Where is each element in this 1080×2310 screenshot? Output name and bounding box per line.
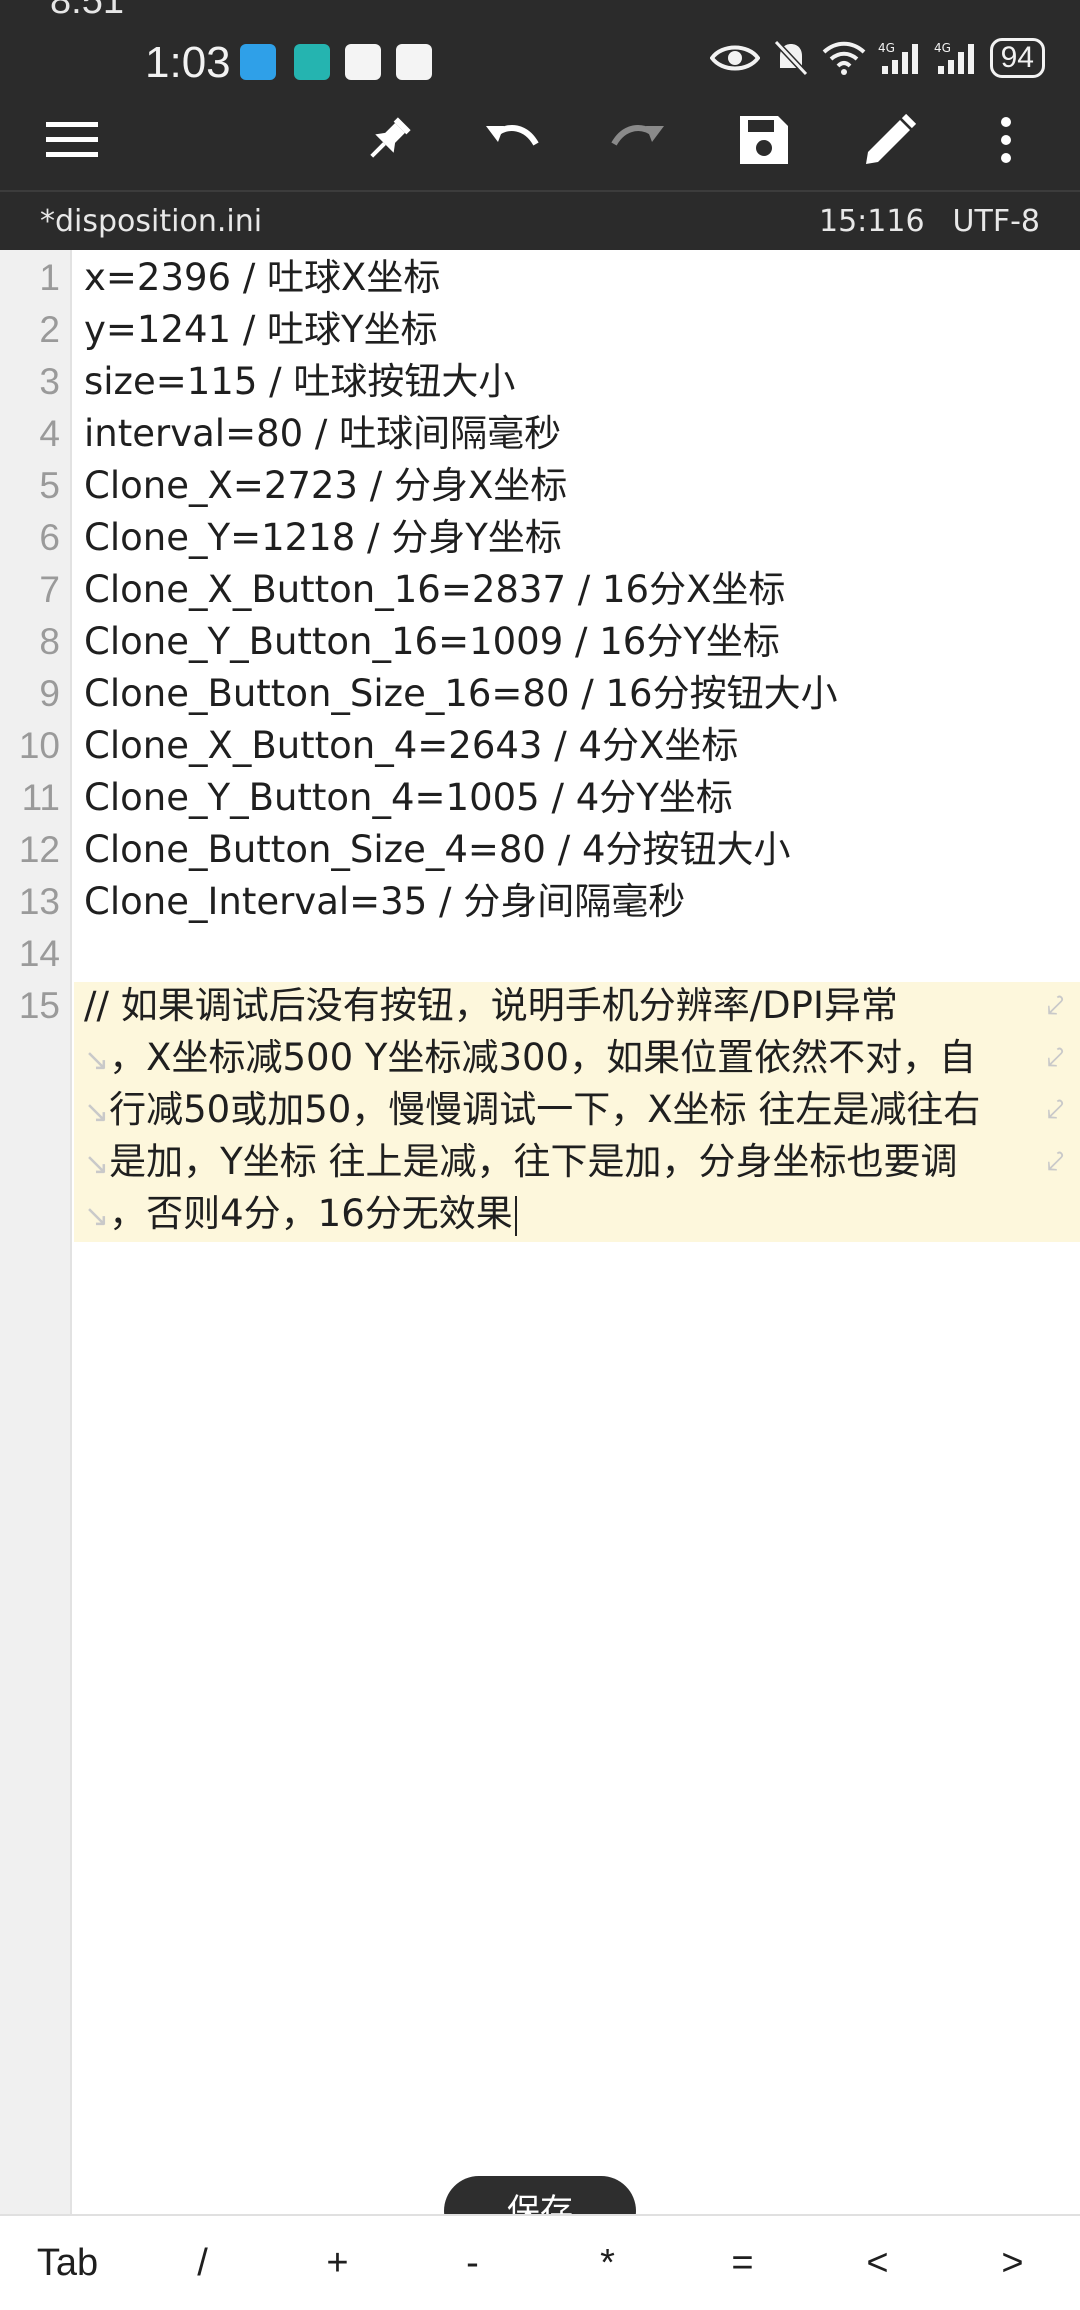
code-line[interactable]: Clone_Button_Size_16=80 / 16分按钮大小	[84, 668, 838, 720]
line-number: 4	[39, 413, 60, 454]
battery-indicator: 94	[989, 38, 1045, 78]
line-number: 6	[39, 517, 60, 558]
phone-notification-icon	[294, 44, 330, 80]
line-number: 8	[39, 621, 60, 662]
file-bar: *disposition.ini 15:116 UTF-8	[0, 190, 1080, 250]
line-number: 15	[18, 985, 60, 1026]
app-bar: 1:03 4G 4G 94	[0, 22, 1080, 190]
line-number: 14	[18, 933, 60, 974]
code-line[interactable]: Clone_Y_Button_4=1005 / 4分Y坐标	[84, 772, 733, 824]
text-editor[interactable]: 1 2 3 4 5 6 7 8 9 10 11 12 13 14 15 x=23…	[0, 250, 1080, 2214]
undo-icon[interactable]	[472, 100, 552, 180]
line-number: 5	[39, 465, 60, 506]
wrap-arrow-icon: ⤦	[1047, 988, 1064, 1023]
wrap-continue-icon: ↘	[84, 1043, 110, 1078]
file-encoding[interactable]: UTF-8	[953, 204, 1040, 239]
code-line[interactable]: Clone_X_Button_16=2837 / 16分X坐标	[84, 564, 785, 616]
symbol-key-bar: Tab / + - * = < >	[0, 2214, 1080, 2310]
code-line[interactable]: Clone_Interval=35 / 分身间隔毫秒	[84, 876, 685, 928]
save-icon[interactable]	[724, 100, 804, 180]
toolbar	[0, 90, 1080, 190]
eye-icon	[709, 41, 760, 75]
text-cursor	[514, 1195, 517, 1236]
key-slash[interactable]: /	[135, 2242, 270, 2285]
wrap-continue-icon: ↘	[84, 1147, 110, 1182]
wrap-continue-icon: ↘	[84, 1199, 110, 1234]
file-name: *disposition.ini	[40, 204, 263, 239]
notification-app-icon	[240, 44, 276, 80]
app-notification-icon	[396, 44, 432, 80]
pin-icon[interactable]	[348, 100, 428, 180]
wrap-arrow-icon: ⤦	[1047, 1092, 1064, 1127]
key-less-than[interactable]: <	[810, 2242, 945, 2285]
outer-status-time: 8:51	[50, 0, 124, 22]
comment-text: ，否则4分，16分无效果	[109, 1192, 513, 1235]
line-number: 9	[39, 673, 60, 714]
code-line[interactable]: y=1241 / 吐球Y坐标	[84, 304, 438, 356]
redo-icon	[598, 100, 678, 180]
comment-line[interactable]: ↘，X坐标减500 Y坐标减300，如果位置依然不对，自	[84, 1032, 976, 1084]
line-number: 13	[18, 881, 60, 922]
more-icon[interactable]	[976, 100, 1036, 180]
wrap-arrow-icon: ⤦	[1047, 1040, 1064, 1075]
comment-text: 行减50或加50，慢慢调试一下，X坐标 往左是减往右	[109, 1088, 981, 1131]
key-greater-than[interactable]: >	[945, 2242, 1080, 2285]
key-tab[interactable]: Tab	[0, 2242, 135, 2285]
comment-line[interactable]: ↘行减50或加50，慢慢调试一下，X坐标 往左是减往右	[84, 1084, 980, 1136]
signal-4g-icon: 4G	[878, 40, 922, 76]
line-number: 10	[18, 725, 60, 766]
code-line[interactable]: Clone_X_Button_4=2643 / 4分X坐标	[84, 720, 738, 772]
wrap-arrow-icon: ⤦	[1047, 1144, 1064, 1179]
code-line[interactable]: Clone_Y_Button_16=1009 / 16分Y坐标	[84, 616, 780, 668]
cursor-position: 15:116	[819, 204, 925, 239]
key-equals[interactable]: =	[675, 2242, 810, 2285]
code-line[interactable]: Clone_Y=1218 / 分身Y坐标	[84, 512, 562, 564]
wrap-continue-icon: ↘	[84, 1095, 110, 1130]
status-icons: 4G 4G 94	[709, 38, 1045, 78]
svg-text:4G: 4G	[934, 41, 951, 55]
line-number-gutter: 1 2 3 4 5 6 7 8 9 10 11 12 13 14 15	[0, 250, 72, 2214]
comment-line[interactable]: // 如果调试后没有按钮，说明手机分辨率/DPI异常	[84, 980, 898, 1032]
signal-4g-icon-2: 4G	[934, 40, 978, 76]
comment-text: // 如果调试后没有按钮，说明手机分辨率/DPI异常	[84, 984, 898, 1027]
comment-line[interactable]: ↘是加，Y坐标 往上是减，往下是加，分身坐标也要调	[84, 1136, 958, 1188]
comment-text: ，X坐标减500 Y坐标减300，如果位置依然不对，自	[109, 1036, 977, 1079]
line-number: 2	[39, 309, 60, 350]
line-number: 11	[21, 777, 60, 818]
file-meta: 15:116 UTF-8	[819, 204, 1040, 239]
svg-text:4G: 4G	[878, 41, 895, 55]
code-line[interactable]: interval=80 / 吐球间隔毫秒	[84, 408, 561, 460]
outer-status-bar: 8:51	[0, 0, 1080, 22]
status-time: 1:03	[145, 38, 231, 87]
code-line[interactable]: Clone_X=2723 / 分身X坐标	[84, 460, 567, 512]
code-line[interactable]: Clone_Button_Size_4=80 / 4分按钮大小	[84, 824, 791, 876]
code-line[interactable]: size=115 / 吐球按钮大小	[84, 356, 515, 408]
line-number: 1	[39, 257, 60, 298]
comment-line[interactable]: ↘，否则4分，16分无效果	[84, 1188, 517, 1240]
line-number: 12	[18, 829, 60, 870]
wifi-icon	[822, 40, 866, 76]
qq-notification-icon	[345, 44, 381, 80]
key-asterisk[interactable]: *	[540, 2242, 675, 2285]
edit-icon[interactable]	[850, 100, 930, 180]
line-number: 3	[39, 361, 60, 402]
comment-text: 是加，Y坐标 往上是减，往下是加，分身坐标也要调	[109, 1140, 958, 1183]
code-line[interactable]: x=2396 / 吐球X坐标	[84, 252, 440, 304]
line-number: 7	[39, 569, 60, 610]
menu-icon[interactable]	[32, 100, 112, 180]
key-minus[interactable]: -	[405, 2242, 540, 2285]
key-plus[interactable]: +	[270, 2242, 405, 2285]
mute-icon	[772, 38, 810, 78]
